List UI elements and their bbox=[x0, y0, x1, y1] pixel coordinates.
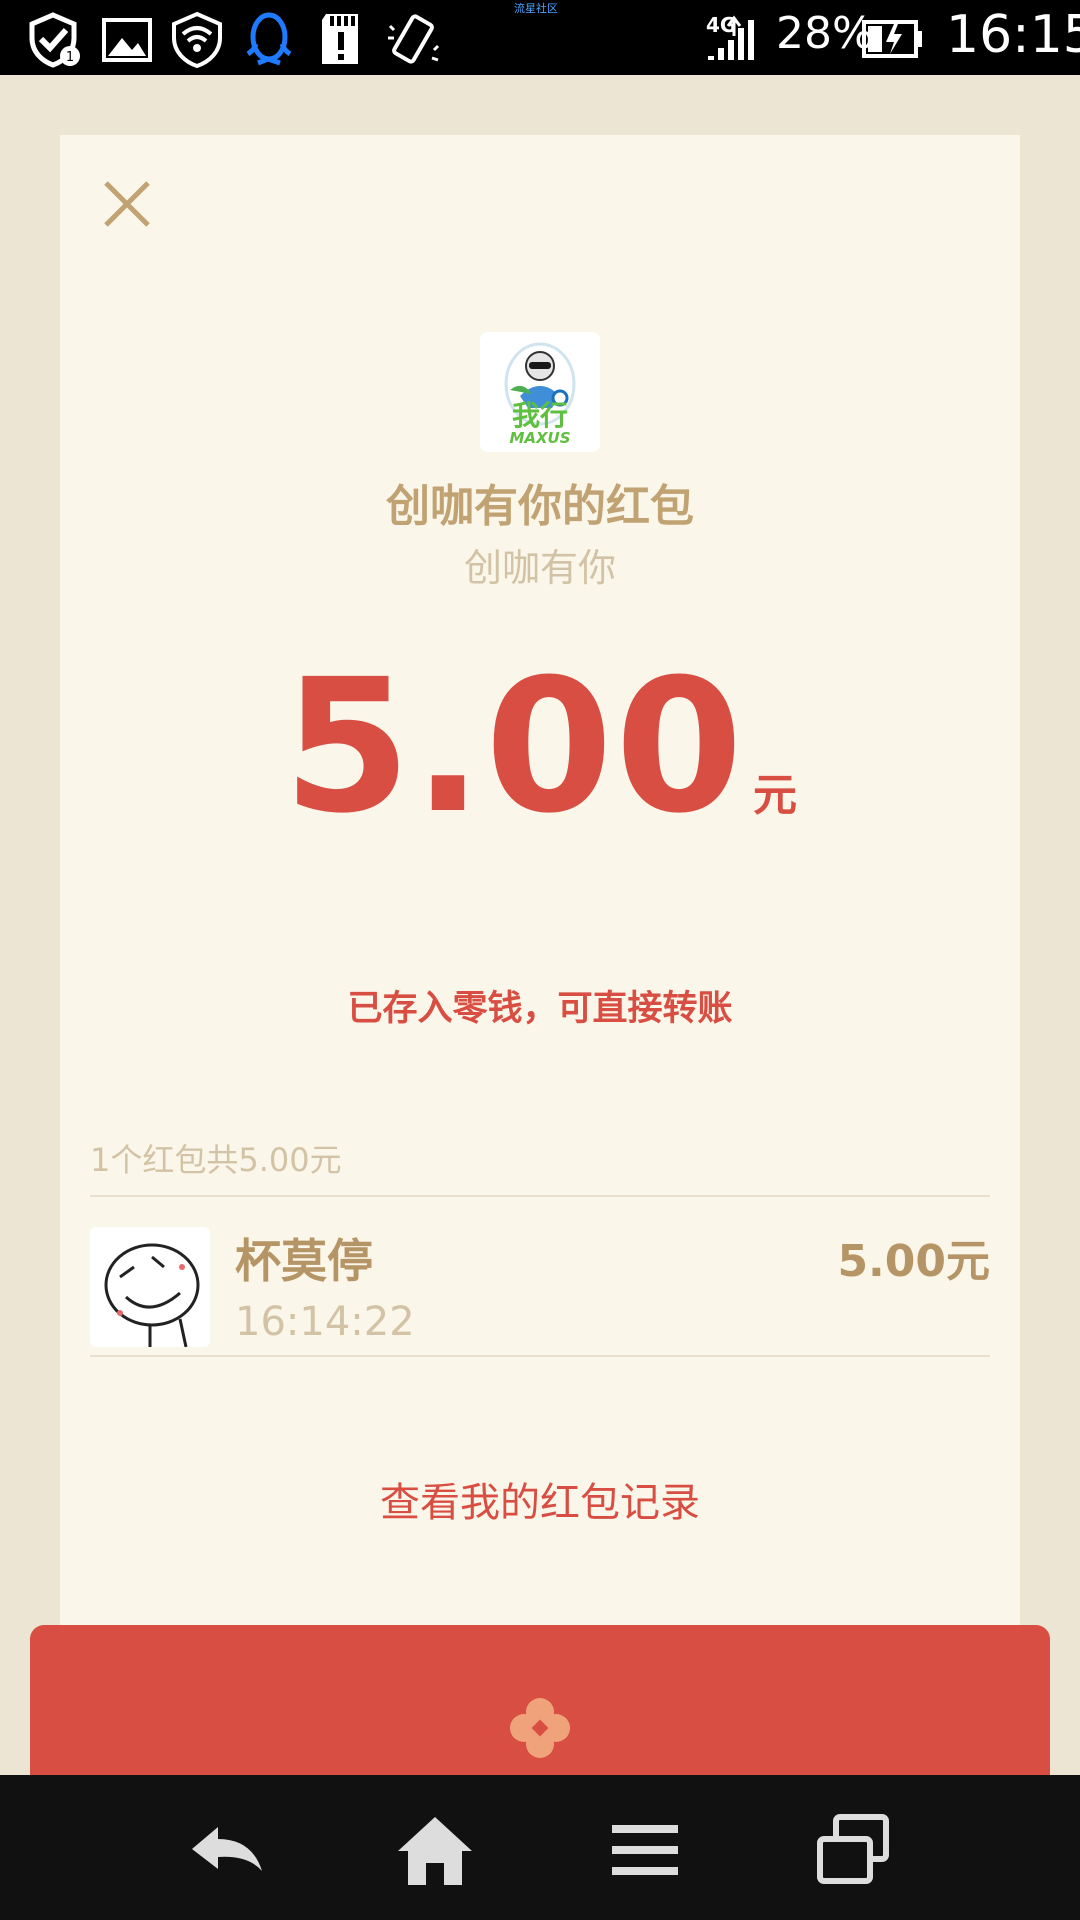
qq-penguin-icon bbox=[246, 12, 292, 66]
logo-text: 我行 bbox=[512, 399, 568, 432]
close-icon[interactable] bbox=[102, 179, 152, 229]
menu-icon[interactable] bbox=[600, 1805, 690, 1895]
received-amount: 5.00 bbox=[283, 640, 745, 854]
navigation-bar bbox=[0, 1775, 1080, 1920]
view-history-link[interactable]: 查看我的红包记录 bbox=[60, 1470, 1020, 1528]
avatar[interactable] bbox=[90, 1227, 210, 1347]
sender-logo: 我行 MAXUS bbox=[480, 332, 600, 452]
rotate-icon bbox=[388, 14, 440, 64]
battery-percent: 28% bbox=[776, 8, 874, 59]
amount-display: 5.00 元 bbox=[60, 655, 1020, 839]
records-summary: 1个红包共5.00元 bbox=[90, 1141, 342, 1179]
svg-text:1: 1 bbox=[66, 50, 74, 65]
deposit-note[interactable]: 已存入零钱，可直接转账 bbox=[60, 980, 1020, 1031]
sd-card-alert-icon bbox=[322, 14, 358, 64]
envelope-emblem-icon bbox=[510, 1698, 570, 1758]
packet-subtitle: 创咖有你 bbox=[463, 546, 616, 590]
clock: 16:15 bbox=[946, 5, 1080, 65]
received-time: 16:14:22 bbox=[235, 1299, 415, 1345]
red-packet-detail-card: 我行 MAXUS 创咖有你的红包 创咖有你 5.00 元 已存入零钱，可直接转账 … bbox=[60, 135, 1020, 1680]
status-bar: 流星社区 1 4G 28% 16:15 bbox=[0, 0, 1080, 75]
signal-icon: 4G bbox=[706, 13, 754, 60]
status-tiny-label: 流星社区 bbox=[514, 2, 558, 15]
home-icon[interactable] bbox=[390, 1805, 480, 1895]
recipient-name: 杯莫停 bbox=[235, 1234, 373, 1288]
sender-logo-image: 我行 MAXUS bbox=[480, 332, 600, 452]
network-type-label: 4G bbox=[706, 13, 736, 37]
avatar-image bbox=[90, 1227, 210, 1347]
record-row[interactable]: 杯莫停 16:14:22 5.00元 bbox=[90, 1225, 990, 1350]
battery-charging-icon bbox=[862, 20, 922, 58]
amount-unit: 元 bbox=[752, 770, 797, 821]
back-icon[interactable] bbox=[182, 1805, 272, 1895]
recent-apps-icon[interactable] bbox=[808, 1805, 898, 1895]
divider bbox=[90, 1195, 990, 1197]
wifi-shield-icon bbox=[172, 11, 222, 68]
zigzag-edge bbox=[60, 1664, 1020, 1692]
logo-subtext: MAXUS bbox=[509, 429, 570, 447]
image-icon bbox=[102, 18, 152, 62]
recipient-amount: 5.00元 bbox=[837, 1236, 990, 1287]
shield-check-icon: 1 bbox=[29, 12, 80, 68]
packet-title: 创咖有你的红包 bbox=[386, 481, 694, 532]
divider-bottom bbox=[90, 1355, 990, 1357]
